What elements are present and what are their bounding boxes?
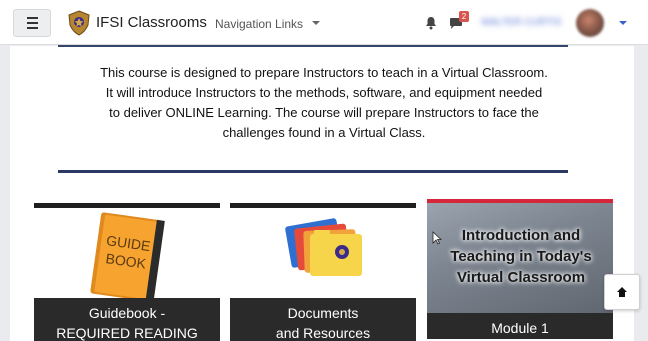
ifsi-shield-logo-icon[interactable] xyxy=(67,10,91,36)
module-title-line: Virtual Classroom xyxy=(456,269,586,286)
description-line: It will introduce Instructors to the met… xyxy=(105,85,543,100)
documents-card[interactable]: Documents and Resources xyxy=(230,203,416,341)
description-line: This course is designed to prepare Instr… xyxy=(100,65,548,80)
description-line: challenges found in a Virtual Class. xyxy=(222,125,426,140)
top-navbar: IFSI Classrooms Navigation Links 2 WALTE… xyxy=(0,0,648,45)
module-title-line: Teaching in Today's xyxy=(450,248,592,265)
user-name-link[interactable]: WALTER CURTIS xyxy=(481,17,573,28)
message-count-badge: 2 xyxy=(459,11,469,22)
arrow-up-icon xyxy=(617,287,627,297)
bottom-divider xyxy=(58,170,568,173)
top-divider xyxy=(58,45,568,47)
mouse-cursor-icon xyxy=(432,231,442,245)
course-description: This course is designed to prepare Instr… xyxy=(40,63,608,143)
back-to-top-button[interactable] xyxy=(604,274,640,310)
guidebook-card-label[interactable]: Guidebook - REQUIRED READING xyxy=(34,298,220,341)
hamburger-menu-icon[interactable] xyxy=(13,9,51,37)
module-1-card[interactable]: Introduction and Teaching in Today's Vir… xyxy=(427,199,613,339)
documents-card-label[interactable]: Documents and Resources xyxy=(230,298,416,341)
chevron-down-icon[interactable] xyxy=(312,21,320,25)
avatar[interactable] xyxy=(576,9,604,37)
guidebook-card[interactable]: GUIDE BOOK Guidebook - REQUIRED READING xyxy=(34,203,220,341)
site-name[interactable]: IFSI Classrooms xyxy=(96,14,207,31)
guidebook-icon: GUIDE BOOK xyxy=(90,212,165,298)
folders-icon xyxy=(285,218,362,276)
module-1-label[interactable]: Module 1 xyxy=(427,313,613,339)
module-1-title: Introduction and Teaching in Today's Vir… xyxy=(431,225,611,288)
description-line: to deliver ONLINE Learning. The course w… xyxy=(109,105,539,120)
user-menu-chevron-down-icon[interactable] xyxy=(619,21,627,25)
navigation-links-menu[interactable]: Navigation Links xyxy=(215,17,303,31)
card-label-line: and Resources xyxy=(275,325,371,341)
bell-icon[interactable] xyxy=(424,16,438,30)
module-title-line: Introduction and xyxy=(461,227,581,244)
card-label-line: Guidebook - xyxy=(88,305,166,321)
card-label-line: Documents xyxy=(287,305,359,321)
card-label-line: REQUIRED READING xyxy=(56,325,198,341)
